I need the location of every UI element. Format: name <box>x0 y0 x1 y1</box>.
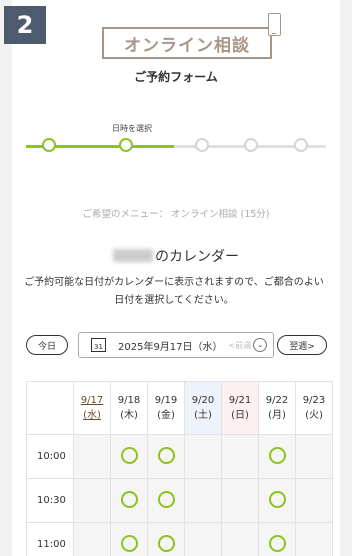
available-circle-icon <box>268 490 286 508</box>
day-header[interactable]: 9/19 (金) <box>147 381 185 435</box>
available-circle-icon <box>268 534 286 552</box>
slot-unavailable <box>73 478 111 523</box>
slot-unavailable <box>295 522 333 556</box>
form-subtitle: ご予約フォーム <box>134 70 218 84</box>
available-circle-icon <box>120 490 138 508</box>
available-circle-icon <box>120 446 138 464</box>
slot-unavailable <box>295 478 333 523</box>
table-row: 10:30 <box>26 478 333 523</box>
available-circle-icon <box>157 446 175 464</box>
step-dot-1 <box>42 138 56 152</box>
day-header[interactable]: 9/17 (水) <box>73 381 111 435</box>
available-circle-icon <box>157 490 175 508</box>
day-header[interactable]: 9/22 (月) <box>258 381 296 435</box>
table-header-row: 9/17 (水) 9/18 (木) 9/19 (金) 9/20 (土) 9/21 (日) … <box>26 381 333 435</box>
slot-available[interactable] <box>110 434 148 479</box>
slot-unavailable <box>221 522 259 556</box>
available-circle-icon <box>120 534 138 552</box>
available-circle-icon <box>157 534 175 552</box>
redacted-name <box>113 249 153 262</box>
slot-available[interactable] <box>147 434 185 479</box>
slot-unavailable <box>184 434 222 479</box>
day-header[interactable]: 9/18 (木) <box>110 381 148 435</box>
table-row: 10:00 <box>26 434 333 479</box>
page-title: オンライン相談 <box>102 27 272 59</box>
day-header-saturday[interactable]: 9/20 (土) <box>184 381 222 435</box>
chevron-down-icon[interactable]: ⌄ <box>253 338 268 352</box>
slot-available[interactable] <box>258 522 296 556</box>
step-dot-5 <box>294 138 308 152</box>
slot-unavailable <box>295 434 333 479</box>
step-dot-3 <box>195 138 209 152</box>
slot-available[interactable] <box>147 478 185 523</box>
slot-unavailable <box>184 478 222 523</box>
day-header[interactable]: 9/23 (火) <box>295 381 333 435</box>
date-picker[interactable]: 31 2025年9月17日（水） <前週 ⌄ <box>78 332 274 358</box>
prev-week-button[interactable]: <前週 <box>229 340 252 351</box>
smartphone-icon <box>268 13 281 36</box>
availability-table: 9/17 (水) 9/18 (木) 9/19 (金) 9/20 (土) 9/21 (日) … <box>26 381 333 556</box>
calendar-icon: 31 <box>91 338 106 352</box>
date-value: 2025年9月17日（水） <box>118 341 223 353</box>
step-number-badge: 2 <box>4 6 46 44</box>
time-label: 11:00 <box>26 522 74 556</box>
slot-available[interactable] <box>110 522 148 556</box>
step-label-select-datetime: 日時を選択 <box>112 124 152 133</box>
progress-bar <box>26 145 326 148</box>
slot-unavailable <box>73 434 111 479</box>
available-circle-icon <box>268 446 286 464</box>
step-dot-2 <box>119 138 133 152</box>
time-label: 10:00 <box>26 434 74 479</box>
slot-unavailable <box>73 522 111 556</box>
slot-available[interactable] <box>110 478 148 523</box>
day-header-sunday[interactable]: 9/21 (日) <box>221 381 259 435</box>
step-dot-4 <box>244 138 258 152</box>
slot-available[interactable] <box>258 478 296 523</box>
slot-available[interactable] <box>258 434 296 479</box>
slot-available[interactable] <box>147 522 185 556</box>
slot-unavailable <box>221 478 259 523</box>
corner-cell <box>26 381 74 435</box>
selected-menu: ご希望のメニュー： オンライン相談 (15分) <box>82 209 270 220</box>
booking-card: オンライン相談 ご予約フォーム 日時を選択 ご希望のメニュー： オンライン相談 … <box>12 0 340 556</box>
time-label: 10:30 <box>26 478 74 523</box>
slot-unavailable <box>184 522 222 556</box>
calendar-description: ご予約可能な日付がカレンダーに表示されますので、ご都合のよい日付を選択してくださ… <box>24 277 324 306</box>
table-row: 11:00 <box>26 522 333 556</box>
calendar-title: のカレンダー <box>12 246 340 266</box>
slot-unavailable <box>221 434 259 479</box>
today-button[interactable]: 今日 <box>26 335 68 355</box>
next-week-button[interactable]: 翌週> <box>277 335 327 355</box>
